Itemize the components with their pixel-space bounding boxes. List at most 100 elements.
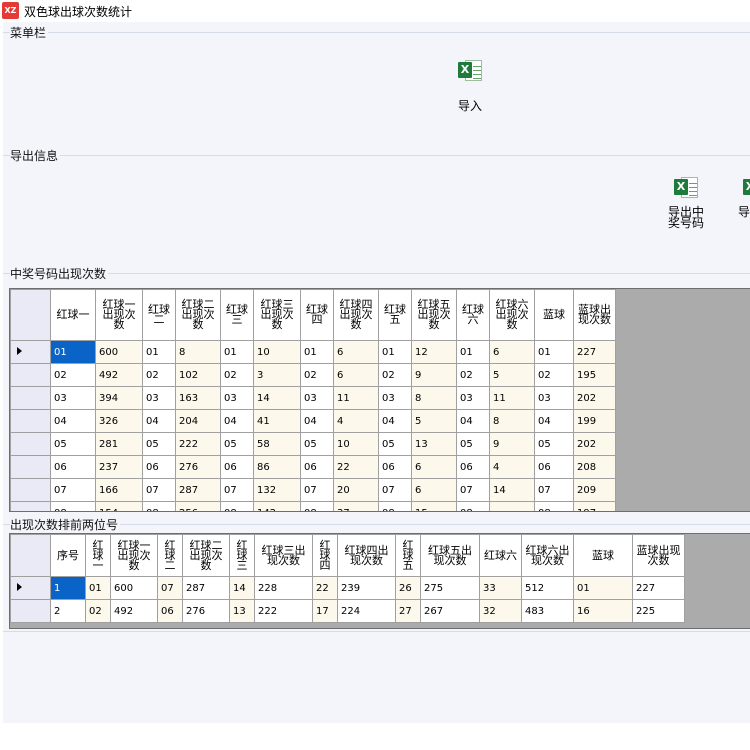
- export-occurrence-button[interactable]: X 导出现: [734, 175, 750, 233]
- table-cell[interactable]: 14: [253, 386, 301, 410]
- table-cell[interactable]: 07: [142, 478, 176, 502]
- table-cell[interactable]: 02: [220, 363, 254, 387]
- table-cell[interactable]: 06: [456, 455, 490, 479]
- table-cell[interactable]: 16: [573, 599, 633, 623]
- table-row[interactable]: 01 600 01 8 01 10 01 6 01 12 01 6 01 227: [10, 340, 616, 364]
- table-cell[interactable]: 02: [142, 363, 176, 387]
- row-header[interactable]: [10, 432, 51, 456]
- column-header[interactable]: 红球一: [85, 534, 111, 577]
- table-cell[interactable]: 05: [142, 432, 176, 456]
- table-row[interactable]: 03 394 03 163 03 14 03 11 03 8 03 11 03 202: [10, 386, 616, 410]
- table-cell[interactable]: 03: [534, 386, 574, 410]
- table-cell[interactable]: 208: [573, 455, 616, 479]
- column-header[interactable]: 红球二出现次数: [175, 289, 221, 341]
- table-cell[interactable]: 06: [220, 455, 254, 479]
- row-header[interactable]: [10, 409, 51, 433]
- table-cell[interactable]: 512: [521, 576, 574, 600]
- table-row[interactable]: 07 166 07 287 07 132 07 20 07 6 07 14 07 209: [10, 478, 616, 502]
- table-cell[interactable]: 02: [456, 363, 490, 387]
- table-cell[interactable]: 9: [411, 363, 457, 387]
- column-header[interactable]: 红球一: [50, 289, 96, 341]
- table-cell[interactable]: 267: [420, 599, 480, 623]
- table-cell[interactable]: 04: [220, 409, 254, 433]
- column-header[interactable]: 红球五出现次数: [420, 534, 480, 577]
- table-cell[interactable]: 06: [157, 599, 183, 623]
- table-cell[interactable]: 276: [175, 455, 221, 479]
- table-cell[interactable]: 10: [253, 340, 301, 364]
- table-cell[interactable]: 199: [573, 409, 616, 433]
- table-cell[interactable]: 13: [411, 432, 457, 456]
- table-cell[interactable]: 4: [333, 409, 379, 433]
- table-row[interactable]: 1 01 600 07 287 14 228 22 239 26 275 33 512 01 227: [10, 576, 685, 600]
- table-cell[interactable]: 5: [411, 409, 457, 433]
- table-cell[interactable]: 05: [456, 432, 490, 456]
- table-cell[interactable]: 22: [333, 455, 379, 479]
- table-cell[interactable]: 13: [229, 599, 255, 623]
- table-cell[interactable]: 6: [411, 455, 457, 479]
- table-cell[interactable]: 225: [632, 599, 685, 623]
- table-cell[interactable]: 58: [253, 432, 301, 456]
- table-cell[interactable]: 07: [456, 478, 490, 502]
- table-cell[interactable]: 3: [253, 363, 301, 387]
- table-cell[interactable]: 222: [254, 599, 313, 623]
- table-cell[interactable]: 132: [253, 478, 301, 502]
- column-header[interactable]: 红球五: [395, 534, 421, 577]
- table-cell[interactable]: 01: [534, 340, 574, 364]
- column-header[interactable]: 红球六: [456, 289, 490, 341]
- table-cell[interactable]: 06: [50, 455, 96, 479]
- table-row[interactable]: 06 237 06 276 06 86 06 22 06 6 06 4 06 208: [10, 455, 616, 479]
- table-cell[interactable]: 01: [50, 340, 96, 364]
- table-row[interactable]: 05 281 05 222 05 58 05 10 05 13 05 9 05 202: [10, 432, 616, 456]
- column-header[interactable]: 红球二: [142, 289, 176, 341]
- table-cell[interactable]: 08: [378, 501, 412, 511]
- table-cell[interactable]: 22: [312, 576, 338, 600]
- column-header[interactable]: 红球四: [300, 289, 334, 341]
- table-cell[interactable]: 08: [456, 501, 490, 511]
- table-cell[interactable]: 102: [175, 363, 221, 387]
- table-cell[interactable]: 32: [479, 599, 522, 623]
- table-cell[interactable]: 600: [110, 576, 158, 600]
- column-header[interactable]: 红球六: [479, 534, 522, 577]
- table-cell[interactable]: 237: [95, 455, 143, 479]
- table-cell[interactable]: 01: [220, 340, 254, 364]
- table-cell[interactable]: 08: [300, 501, 334, 511]
- table-cell[interactable]: 04: [142, 409, 176, 433]
- table-cell[interactable]: 202: [573, 432, 616, 456]
- table-cell[interactable]: 01: [378, 340, 412, 364]
- table-cell[interactable]: 11: [333, 386, 379, 410]
- winning-number-grid[interactable]: 红球一 红球一出现次数 红球二 红球二出现次数 红球三 红球三出现次数 红球四 红球四出现次数…: [9, 288, 750, 512]
- table-cell[interactable]: 02: [85, 599, 111, 623]
- table-cell[interactable]: 04: [534, 409, 574, 433]
- table-cell[interactable]: 01: [300, 340, 334, 364]
- column-header[interactable]: 红球二: [157, 534, 183, 577]
- table-cell[interactable]: 276: [182, 599, 230, 623]
- table-cell[interactable]: 02: [534, 363, 574, 387]
- table-cell[interactable]: 03: [456, 386, 490, 410]
- table-cell[interactable]: 142: [253, 501, 301, 511]
- table-cell[interactable]: 06: [142, 455, 176, 479]
- table-cell[interactable]: 08: [534, 501, 574, 511]
- column-header[interactable]: 蓝球出现次数: [573, 289, 616, 341]
- table-cell[interactable]: 209: [573, 478, 616, 502]
- table-cell[interactable]: 37: [333, 501, 379, 511]
- table-cell[interactable]: 6: [489, 340, 535, 364]
- table-cell[interactable]: 163: [175, 386, 221, 410]
- row-header[interactable]: [10, 340, 51, 364]
- table-cell[interactable]: 08: [220, 501, 254, 511]
- table-cell[interactable]: 07: [50, 478, 96, 502]
- table-cell[interactable]: 07: [300, 478, 334, 502]
- table-cell[interactable]: 227: [632, 576, 685, 600]
- column-header[interactable]: 红球六出现次数: [489, 289, 535, 341]
- table-cell[interactable]: 227: [573, 340, 616, 364]
- column-header[interactable]: 蓝球: [573, 534, 633, 577]
- table-cell[interactable]: 20: [333, 478, 379, 502]
- table-cell[interactable]: 03: [300, 386, 334, 410]
- import-button[interactable]: X 导入: [448, 58, 492, 116]
- column-header[interactable]: 红球一出现次数: [95, 289, 143, 341]
- table-cell[interactable]: 01: [573, 576, 633, 600]
- column-header[interactable]: 红球四出现次数: [337, 534, 396, 577]
- table-cell[interactable]: 08: [50, 501, 96, 511]
- row-header[interactable]: [10, 478, 51, 502]
- table-cell[interactable]: 01: [85, 576, 111, 600]
- table-cell[interactable]: 01: [142, 340, 176, 364]
